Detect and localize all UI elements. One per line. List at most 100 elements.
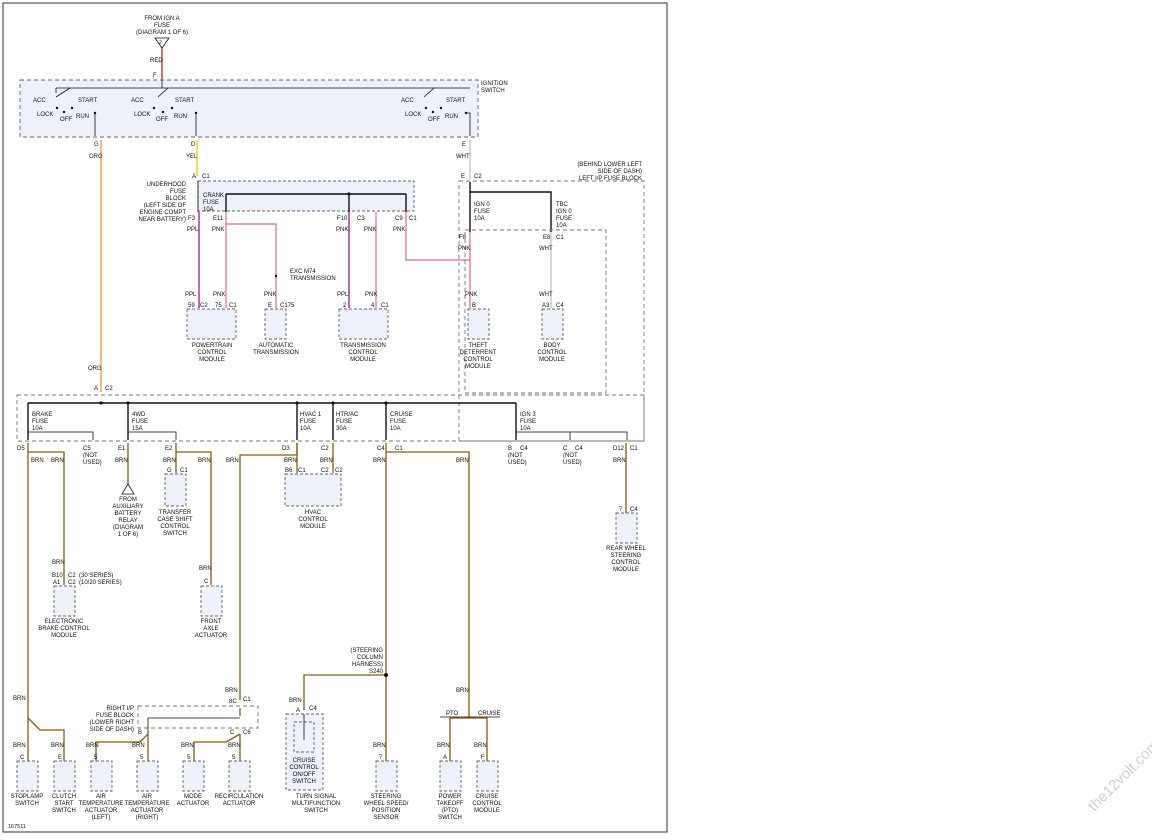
source-line-3: (DIAGRAM 1 OF 6) (136, 30, 188, 36)
pin-d: D (191, 142, 196, 148)
svg-text:A3: A3 (542, 303, 550, 309)
svg-text:ACC: ACC (33, 98, 46, 104)
svg-text:C2: C2 (200, 303, 208, 309)
svg-text:TURN SIGNAL: TURN SIGNAL (296, 794, 337, 800)
svg-text:E8: E8 (543, 235, 551, 241)
svg-text:ACC: ACC (131, 98, 144, 104)
ignition-switch-title-2: SWITCH (481, 88, 505, 94)
svg-text:CONTROL: CONTROL (463, 357, 493, 363)
svg-text:BRN: BRN (181, 743, 194, 749)
svg-text:BRN: BRN (13, 743, 26, 749)
svg-text:BRN: BRN (226, 458, 239, 464)
svg-text:EXC M74: EXC M74 (290, 269, 316, 275)
svg-text:D5: D5 (17, 446, 25, 452)
svg-text:MODULE: MODULE (465, 364, 491, 370)
svg-text:8C: 8C (229, 699, 237, 705)
svg-text:FUSE BLOCK: FUSE BLOCK (96, 713, 134, 719)
svg-text:ACTUATOR: ACTUATOR (85, 808, 118, 814)
svg-text:TAKEOFF: TAKEOFF (436, 801, 464, 807)
svg-text:CONTROL: CONTROL (197, 350, 227, 356)
svg-text:(NOT: (NOT (83, 453, 98, 459)
svg-text:PPL: PPL (337, 292, 349, 298)
svg-text:PNK: PNK (465, 292, 477, 298)
svg-text:PNK: PNK (458, 246, 470, 252)
svg-text:(NOT: (NOT (508, 453, 523, 459)
svg-text:LEFT I/P FUSE BLOCK: LEFT I/P FUSE BLOCK (579, 176, 642, 182)
svg-text:BRN: BRN (13, 696, 26, 702)
svg-text:WHEEL SPEED/: WHEEL SPEED/ (364, 801, 409, 807)
svg-text:STOPLAMP: STOPLAMP (11, 794, 44, 800)
svg-text:15A: 15A (132, 426, 143, 432)
svg-text:HVAC: HVAC (305, 510, 322, 516)
svg-text:HVAC 1: HVAC 1 (300, 412, 322, 418)
svg-text:AXLE: AXLE (203, 626, 218, 632)
svg-text:CONTROL: CONTROL (348, 350, 378, 356)
svg-text:OFF: OFF (60, 117, 72, 123)
svg-text:F: F (481, 755, 485, 761)
svg-text:BODY: BODY (543, 343, 560, 349)
svg-text:CASE SHIFT: CASE SHIFT (157, 517, 193, 523)
svg-text:BRN: BRN (199, 566, 212, 572)
svg-text:ACC: ACC (401, 98, 414, 104)
svg-text:C: C (230, 730, 235, 736)
pin-f: F (153, 73, 157, 79)
svg-text:D12: D12 (613, 446, 625, 452)
svg-text:BRN: BRN (51, 743, 64, 749)
svg-text:MODE: MODE (184, 794, 202, 800)
svg-text:C: C (20, 755, 25, 761)
svg-text:10A: 10A (474, 216, 485, 222)
svg-text:MULTIFUNCTION: MULTIFUNCTION (292, 801, 341, 807)
svg-text:S240: S240 (369, 669, 384, 675)
svg-text:BRN: BRN (163, 458, 176, 464)
svg-text:START: START (446, 98, 465, 104)
svg-text:SWITCH: SWITCH (438, 815, 462, 821)
svg-text:CRANK: CRANK (203, 193, 224, 199)
svg-text:A: A (443, 755, 447, 761)
svg-text:IGN 3: IGN 3 (520, 412, 536, 418)
svg-text:THEFT: THEFT (468, 343, 488, 349)
svg-text:IGN 0: IGN 0 (556, 209, 572, 215)
svg-text:10A: 10A (390, 426, 401, 432)
svg-text:DETERRENT: DETERRENT (460, 350, 497, 356)
svg-text:C3: C3 (357, 216, 365, 222)
ignition-switch-box (19, 79, 479, 138)
svg-text:B6: B6 (285, 468, 293, 474)
diagram-id: 167511 (8, 824, 26, 830)
pin-g: G (94, 142, 99, 148)
svg-text:2: 2 (159, 40, 162, 46)
svg-text:4WD: 4WD (132, 412, 146, 418)
svg-text:C4: C4 (630, 507, 638, 513)
cruise-label: CRUISE (478, 711, 501, 717)
svg-text:CRUISE: CRUISE (476, 794, 499, 800)
svg-text:FRONT: FRONT (201, 619, 222, 625)
red-wire-label: RED (150, 58, 163, 64)
svg-text:BRN: BRN (115, 458, 128, 464)
svg-text:BRN: BRN (456, 688, 469, 694)
svg-text:C4: C4 (556, 303, 564, 309)
svg-text:RUN: RUN (174, 114, 187, 120)
svg-text:HTR/AC: HTR/AC (336, 412, 359, 418)
svg-text:BRN: BRN (320, 458, 333, 464)
svg-text:C9: C9 (395, 216, 403, 222)
svg-text:TEMPERATURE: TEMPERATURE (125, 801, 170, 807)
svg-text:C5: C5 (83, 446, 91, 452)
svg-text:(LEFT): (LEFT) (92, 815, 111, 821)
svg-text:PNK: PNK (336, 227, 348, 233)
svg-text:(LOWER RIGHT: (LOWER RIGHT (90, 720, 135, 726)
svg-text:C175: C175 (280, 303, 295, 309)
svg-text:RECIRCULATION: RECIRCULATION (215, 794, 264, 800)
svg-text:ORG: ORG (89, 154, 103, 160)
svg-text:HARNESS): HARNESS) (352, 662, 383, 668)
svg-text:C1: C1 (298, 468, 306, 474)
svg-text:BRN: BRN (456, 458, 469, 464)
svg-text:ACTUATOR: ACTUATOR (223, 801, 256, 807)
svg-text:30A: 30A (336, 426, 347, 432)
svg-text:RUN: RUN (76, 114, 89, 120)
svg-text:BRN: BRN (51, 458, 64, 464)
svg-text:C2: C2 (474, 174, 482, 180)
svg-text:SWITCH: SWITCH (163, 531, 187, 537)
svg-text:G: G (167, 468, 172, 474)
svg-text:FROM: FROM (119, 497, 137, 503)
source-line-1: FROM IGN A (144, 16, 179, 22)
svg-text:USED): USED) (83, 460, 102, 466)
